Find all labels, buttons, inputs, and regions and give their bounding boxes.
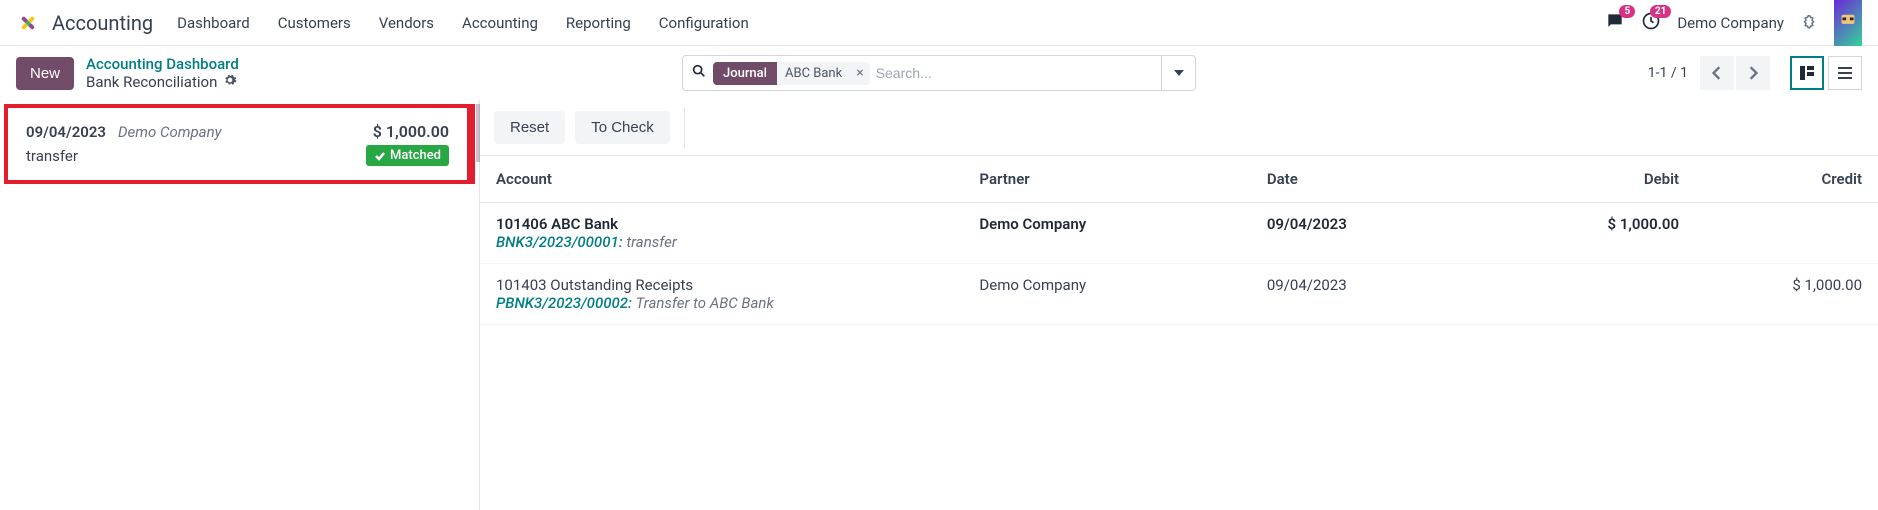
nav-item-accounting[interactable]: Accounting [462,14,538,32]
col-credit: Credit [1695,156,1878,203]
to-check-button[interactable]: To Check [575,111,670,144]
control-panel: New Accounting Dashboard Bank Reconcilia… [0,46,1878,100]
statement-line-card[interactable]: 09/04/2023 Demo Company $ 1,000.00 trans… [4,104,475,184]
search-panel: Journal ABC Bank × [682,55,1196,91]
statement-memo: transfer [26,147,78,165]
view-kanban-button[interactable] [1790,56,1824,90]
messages-badge: 5 [1619,5,1635,18]
debug-icon[interactable] [1800,12,1818,34]
col-account: Account [480,156,963,203]
breadcrumb: Accounting Dashboard Bank Reconciliation [86,55,239,91]
facet-value: ABC Bank [777,62,850,85]
move-memo: Transfer to ABC Bank [636,294,774,312]
search-options-dropdown[interactable] [1162,55,1196,91]
debit-cell: $ 1,000.00 [1512,203,1695,264]
debit-cell [1512,264,1695,325]
reconciliation-detail-panel: Reset To Check Account Partner Date Debi… [480,100,1878,510]
table-row[interactable]: 101406 ABC Bank BNK3/2023/00001: transfe… [480,203,1878,264]
account-name: 101403 Outstanding Receipts [496,276,947,294]
app-name[interactable]: Accounting [52,11,153,35]
statement-partner: Demo Company [118,123,222,141]
messages-button[interactable]: 5 [1605,11,1625,35]
pager-next-button[interactable] [1736,56,1770,90]
account-name: 101406 ABC Bank [496,215,947,233]
caret-down-icon [1174,68,1184,78]
pager-block: 1-1 / 1 [1648,56,1862,90]
reset-button[interactable]: Reset [494,111,565,144]
detail-toolbar: Reset To Check [480,100,1878,156]
move-link[interactable]: BNK3/2023/00001: [496,233,623,251]
nav-item-customers[interactable]: Customers [278,14,351,32]
statement-list-panel: 09/04/2023 Demo Company $ 1,000.00 trans… [0,100,480,510]
search-box[interactable]: Journal ABC Bank × [682,55,1162,91]
partner-cell: Demo Company [963,264,1250,325]
credit-cell: $ 1,000.00 [1695,264,1878,325]
facet-label: Journal [713,62,777,85]
search-input[interactable] [876,65,1153,81]
app-logo-icon[interactable] [16,11,40,35]
reconciliation-lines-table: Account Partner Date Debit Credit 101406… [480,156,1878,325]
view-list-button[interactable] [1828,56,1862,90]
activities-badge: 21 [1650,5,1671,18]
chevron-right-icon [1748,66,1758,80]
chevron-left-icon [1712,66,1722,80]
statement-date: 09/04/2023 [26,123,106,141]
search-facet: Journal ABC Bank × [713,62,870,85]
facet-remove-icon[interactable]: × [850,65,869,81]
nav-item-reporting[interactable]: Reporting [566,14,631,32]
matched-badge: Matched [366,145,449,166]
move-link[interactable]: PBNK3/2023/00002: [496,294,632,312]
new-button[interactable]: New [16,57,74,90]
search-icon [691,63,707,83]
pager-prev-button[interactable] [1700,56,1734,90]
main-content: 09/04/2023 Demo Company $ 1,000.00 trans… [0,100,1878,510]
date-cell: 09/04/2023 [1251,203,1512,264]
move-memo: transfer [626,233,676,251]
credit-cell [1695,203,1878,264]
list-icon [1837,65,1853,81]
breadcrumb-current-label: Bank Reconciliation [86,73,217,91]
date-cell: 09/04/2023 [1251,264,1512,325]
col-date: Date [1251,156,1512,203]
statement-amount: $ 1,000.00 [373,122,449,141]
table-row[interactable]: 101403 Outstanding Receipts PBNK3/2023/0… [480,264,1878,325]
col-debit: Debit [1512,156,1695,203]
partner-cell: Demo Company [963,203,1250,264]
breadcrumb-current: Bank Reconciliation [86,73,239,91]
nav-item-vendors[interactable]: Vendors [379,14,434,32]
check-icon [374,150,386,162]
nav-menu: Dashboard Customers Vendors Accounting R… [177,14,749,32]
user-avatar[interactable] [1834,0,1862,46]
divider [684,108,685,148]
nav-item-configuration[interactable]: Configuration [659,14,749,32]
breadcrumb-parent[interactable]: Accounting Dashboard [86,55,239,73]
activities-button[interactable]: 21 [1641,11,1661,35]
gear-icon[interactable] [223,73,237,91]
matched-badge-label: Matched [390,148,441,163]
company-selector[interactable]: Demo Company [1677,14,1784,32]
pager-text[interactable]: 1-1 / 1 [1648,65,1688,81]
col-partner: Partner [963,156,1250,203]
top-navbar: Accounting Dashboard Customers Vendors A… [0,0,1878,46]
nav-item-dashboard[interactable]: Dashboard [177,14,250,32]
kanban-icon [1799,65,1815,81]
